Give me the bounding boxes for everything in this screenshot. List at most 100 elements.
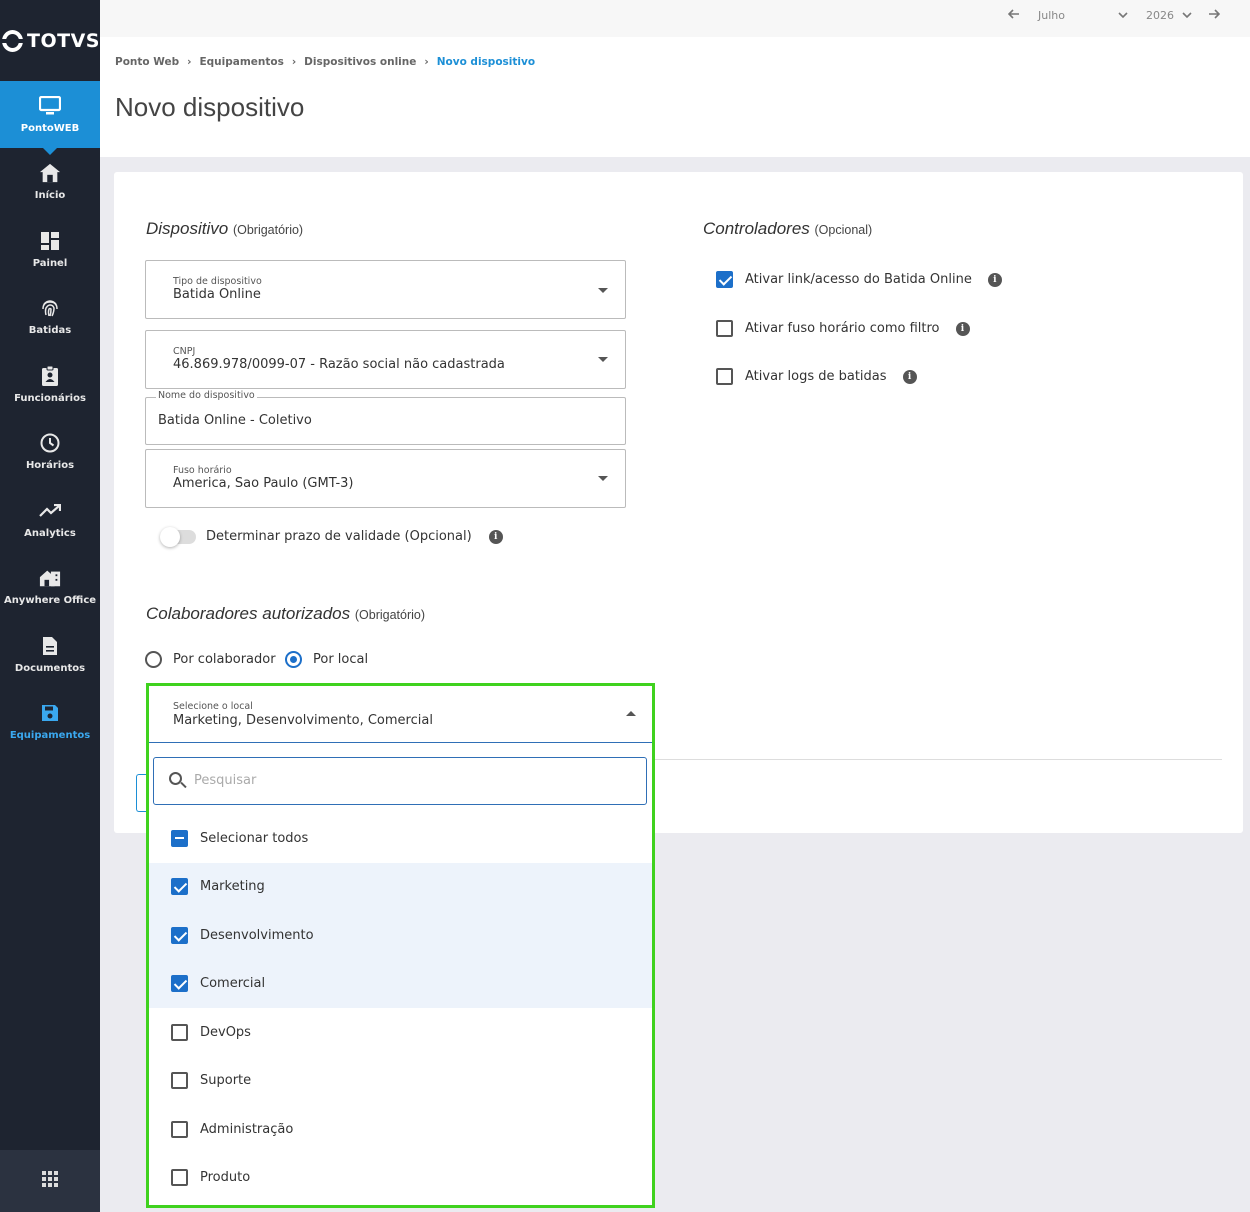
validade-label: Determinar prazo de validade (Opcional) <box>206 529 472 544</box>
arrow-right-icon[interactable] <box>1208 9 1221 22</box>
controlador-option[interactable]: Ativar link/acesso do Batida Online i <box>716 271 1002 288</box>
section-note: (Opcional) <box>814 223 873 237</box>
radio-por-local[interactable]: Por local <box>285 651 368 668</box>
local-option[interactable]: Comercial <box>149 959 652 1008</box>
field-value: Batida Online <box>173 287 261 302</box>
local-option[interactable]: Marketing <box>149 862 652 911</box>
nome-dispositivo-input[interactable]: Nome do dispositivo Batida Online - Cole… <box>145 390 626 445</box>
breadcrumb-item[interactable]: Dispositivos online <box>304 56 416 68</box>
option-label: Ativar logs de batidas <box>745 369 887 384</box>
sidebar-item-funcionarios[interactable]: Funcionários <box>0 351 100 419</box>
local-select-header[interactable]: Selecione o local Marketing, Desenvolvim… <box>149 686 652 743</box>
breadcrumb-separator: › <box>424 56 429 68</box>
checkbox[interactable] <box>171 1120 188 1138</box>
sidebar-item-label: Equipamentos <box>9 730 91 742</box>
sidebar-item-label: Anywhere Office <box>3 595 97 607</box>
field-value: America, Sao Paulo (GMT-3) <box>173 476 354 491</box>
breadcrumb: Ponto Web › Equipamentos › Dispositivos … <box>115 56 535 68</box>
field-value: 46.869.978/0099-07 - Razão social não ca… <box>173 357 505 372</box>
option-label: Administração <box>200 1121 294 1137</box>
month-select[interactable]: Julho <box>1038 9 1118 22</box>
checkbox[interactable] <box>171 1072 188 1090</box>
sidebar-item-horarios[interactable]: Horários <box>0 418 100 486</box>
checkbox[interactable] <box>171 1023 188 1041</box>
breadcrumb-item[interactable]: Equipamentos <box>199 56 283 68</box>
clock-icon <box>39 432 61 454</box>
breadcrumb-separator: › <box>187 56 192 68</box>
breadcrumb-current: Novo dispositivo <box>436 56 536 68</box>
radio-button-selected[interactable] <box>285 651 302 668</box>
checkbox-checked[interactable] <box>171 878 188 896</box>
sidebar-item-label: Funcionários <box>14 392 86 404</box>
info-icon[interactable]: i <box>902 369 917 384</box>
sidebar-item-analytics[interactable]: Analytics <box>0 486 100 554</box>
field-label: CNPJ <box>173 346 196 357</box>
controlador-option[interactable]: Ativar logs de batidas i <box>716 368 917 385</box>
page-header: Ponto Web › Equipamentos › Dispositivos … <box>100 37 1250 157</box>
sidebar-item-label: Batidas <box>28 325 72 337</box>
checkbox-checked[interactable] <box>716 271 733 288</box>
section-note: (Obrigatório) <box>232 223 304 237</box>
local-option[interactable]: Suporte <box>149 1057 652 1106</box>
checkbox[interactable] <box>716 368 733 385</box>
apps-launcher-button[interactable] <box>0 1150 100 1212</box>
sidebar-item-equipamentos[interactable]: Equipamentos <box>0 688 100 756</box>
badge-icon <box>39 365 61 387</box>
validade-toggle[interactable] <box>160 527 196 547</box>
checkbox-checked[interactable] <box>171 975 188 993</box>
sidebar-item-documentos[interactable]: Documentos <box>0 621 100 689</box>
option-label: Produto <box>200 1170 251 1186</box>
info-icon[interactable]: i <box>488 529 503 544</box>
option-label: Marketing <box>200 879 265 895</box>
page-title: Novo dispositivo <box>115 92 305 122</box>
cnpj-select[interactable]: CNPJ 46.869.978/0099-07 - Razão social n… <box>145 330 626 389</box>
search-icon <box>169 772 182 785</box>
checkbox-checked[interactable] <box>171 926 188 944</box>
local-option[interactable]: Administração <box>149 1105 652 1154</box>
checkbox[interactable] <box>716 320 733 337</box>
dispositivo-section-title: Dispositivo (Obrigatório) <box>146 219 303 239</box>
breadcrumb-item[interactable]: Ponto Web <box>115 56 179 68</box>
radio-label: Por colaborador <box>173 652 276 667</box>
radio-por-colaborador[interactable]: Por colaborador <box>145 651 276 668</box>
sidebar-item-pontoweb[interactable]: PontoWEB <box>0 81 100 155</box>
logo-icon <box>2 29 25 52</box>
search-input[interactable]: Pesquisar <box>153 757 647 805</box>
sidebar-item-inicio[interactable]: Início <box>0 148 100 216</box>
radio-label: Por local <box>313 652 369 667</box>
chevron-down-icon[interactable] <box>1118 9 1128 22</box>
info-icon[interactable]: i <box>955 321 970 336</box>
info-icon[interactable]: i <box>987 272 1002 287</box>
local-option[interactable]: DevOps <box>149 1008 652 1057</box>
option-label: Comercial <box>200 976 266 992</box>
checkbox[interactable] <box>171 1169 188 1187</box>
sidebar-item-label: Início <box>34 190 66 202</box>
year-select[interactable]: 2026 <box>1146 9 1182 22</box>
local-option[interactable]: Produto <box>149 1154 652 1203</box>
local-option[interactable]: Desenvolvimento <box>149 911 652 960</box>
document-icon <box>39 635 61 657</box>
checkbox-indeterminate[interactable] <box>171 829 188 847</box>
field-label: Tipo de dispositivo <box>173 276 262 287</box>
controlador-option[interactable]: Ativar fuso horário como filtro i <box>716 320 970 337</box>
sidebar-item-label: Horários <box>25 460 75 472</box>
option-label: DevOps <box>200 1024 251 1040</box>
sidebar-item-anywhere-office[interactable]: Anywhere Office <box>0 553 100 621</box>
fuso-horario-select[interactable]: Fuso horário America, Sao Paulo (GMT-3) <box>145 449 626 508</box>
section-title-text: Controladores <box>703 219 810 238</box>
sidebar-item-label: Painel <box>32 257 68 269</box>
sidebar-item-painel[interactable]: Painel <box>0 216 100 284</box>
sidebar-item-label: PontoWEB <box>20 123 80 134</box>
local-multiselect[interactable]: Selecione o local Marketing, Desenvolvim… <box>146 683 655 1208</box>
totvs-logo[interactable]: TOTVS <box>0 0 100 81</box>
tipo-dispositivo-select[interactable]: Tipo de dispositivo Batida Online <box>145 260 626 319</box>
controladores-section-title: Controladores (Opcional) <box>703 219 872 239</box>
arrow-left-icon[interactable] <box>1007 9 1020 22</box>
sidebar-item-batidas[interactable]: Batidas <box>0 283 100 351</box>
option-label: Desenvolvimento <box>200 927 314 943</box>
apps-grid-icon <box>42 1171 58 1191</box>
chevron-down-icon[interactable] <box>1182 9 1192 22</box>
trending-up-icon <box>39 500 61 522</box>
radio-button[interactable] <box>145 651 162 668</box>
select-all-option[interactable]: Selecionar todos <box>149 814 652 863</box>
